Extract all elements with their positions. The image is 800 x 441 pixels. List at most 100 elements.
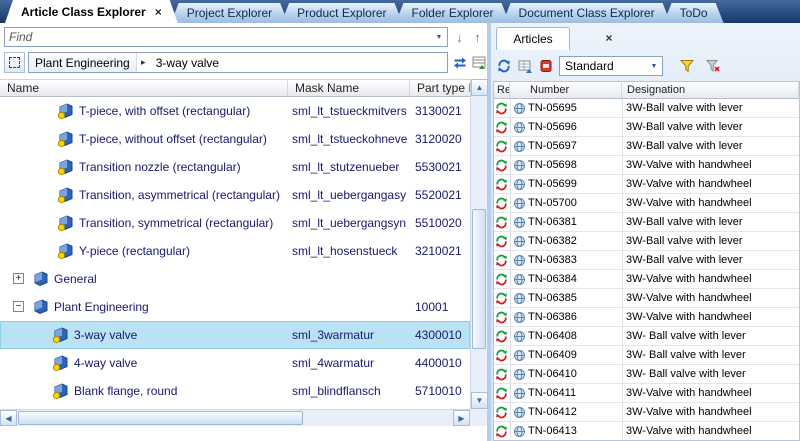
scroll-up-button[interactable]: ▲ bbox=[471, 79, 488, 96]
article-row[interactable]: TN-06383 3W-Ball valve with lever bbox=[494, 251, 799, 270]
column-header-number[interactable]: Number bbox=[510, 82, 622, 98]
article-globe-icon bbox=[513, 368, 526, 381]
article-row[interactable]: TN-06411 3W-Valve with handwheel bbox=[494, 384, 799, 403]
article-row[interactable]: TN-05697 3W-Ball valve with lever bbox=[494, 137, 799, 156]
article-row[interactable]: TN-06413 3W-Valve with handwheel bbox=[494, 422, 799, 441]
class-mask-name bbox=[292, 265, 408, 293]
article-number: TN-05697 bbox=[528, 137, 620, 155]
replication-status-icon bbox=[495, 178, 508, 191]
class-mask-name bbox=[292, 293, 408, 321]
column-header-mask-name[interactable]: Mask Name bbox=[288, 80, 410, 96]
main-tab[interactable]: Folder Explorer bbox=[396, 3, 510, 23]
show-in-list-button[interactable] bbox=[470, 52, 488, 73]
class-name: T-piece, without offset (rectangular) bbox=[79, 125, 288, 153]
class-tree-row[interactable]: Blank flange, round sml_blindflansch 571… bbox=[0, 377, 470, 405]
find-input[interactable] bbox=[5, 30, 431, 44]
filter-button[interactable] bbox=[677, 56, 697, 76]
class-part-type-id: 10001 bbox=[415, 293, 469, 321]
main-tab[interactable]: ToDo bbox=[664, 3, 724, 23]
sync-icon bbox=[453, 56, 467, 70]
horizontal-scroll-thumb[interactable] bbox=[18, 411, 303, 425]
article-number: TN-06412 bbox=[528, 403, 620, 421]
article-designation: 3W- Ball valve with lever bbox=[626, 346, 799, 364]
vertical-scroll-thumb[interactable] bbox=[472, 209, 486, 349]
class-tree-row[interactable]: Transition nozzle (rectangular) sml_lt_s… bbox=[0, 153, 470, 181]
replication-status-icon bbox=[495, 368, 508, 381]
article-designation: 3W-Ball valve with lever bbox=[626, 232, 799, 250]
replication-status-icon bbox=[495, 102, 508, 115]
article-number: TN-05700 bbox=[528, 194, 620, 212]
replication-status-icon bbox=[495, 254, 508, 267]
scroll-right-button[interactable]: ▶ bbox=[453, 410, 470, 426]
article-row[interactable]: TN-06409 3W- Ball valve with lever bbox=[494, 346, 799, 365]
main-tab[interactable]: Document Class Explorer bbox=[503, 3, 671, 23]
main-tab[interactable]: Product Explorer bbox=[281, 3, 402, 23]
main-tab[interactable]: Project Explorer bbox=[171, 3, 288, 23]
class-tree-row[interactable]: + General bbox=[0, 265, 470, 293]
find-dropdown-icon[interactable]: ▼ bbox=[431, 28, 447, 46]
breadcrumb-item-3-way-valve[interactable]: 3-way valve bbox=[150, 53, 225, 72]
find-previous-button[interactable]: ↑ bbox=[469, 28, 486, 46]
article-row[interactable]: TN-06386 3W-Valve with handwheel bbox=[494, 308, 799, 327]
article-globe-icon bbox=[513, 387, 526, 400]
class-name: Blank flange, round bbox=[74, 377, 288, 405]
scroll-left-button[interactable]: ◀ bbox=[0, 410, 17, 426]
expander-icon[interactable]: + bbox=[13, 273, 24, 284]
tab-articles[interactable]: Articles bbox=[496, 27, 570, 50]
breadcrumb-arrow-icon[interactable]: ▸ bbox=[137, 53, 150, 72]
article-row[interactable]: TN-06412 3W-Valve with handwheel bbox=[494, 403, 799, 422]
column-header-re[interactable]: Re bbox=[494, 82, 510, 98]
vertical-scrollbar[interactable]: ▲ ▼ bbox=[470, 79, 487, 409]
scroll-down-button[interactable]: ▼ bbox=[471, 392, 488, 409]
column-header-part-type-id[interactable]: Part type ID bbox=[410, 80, 470, 96]
main-tab[interactable]: Article Class Explorer × bbox=[5, 0, 178, 23]
article-row[interactable]: TN-06381 3W-Ball valve with lever bbox=[494, 213, 799, 232]
clear-filter-button[interactable] bbox=[703, 56, 723, 76]
sync-button[interactable] bbox=[451, 52, 469, 73]
class-tree-row[interactable]: 3-way valve sml_3warmatur 4300010 bbox=[0, 321, 470, 349]
article-row[interactable]: TN-05696 3W-Ball valve with lever bbox=[494, 118, 799, 137]
article-row[interactable]: TN-05700 3W-Valve with handwheel bbox=[494, 194, 799, 213]
horizontal-scrollbar[interactable]: ◀ ▶ bbox=[0, 409, 470, 426]
article-designation: 3W-Valve with handwheel bbox=[626, 175, 799, 193]
column-header-name[interactable]: Name bbox=[0, 80, 288, 96]
select-mode-button[interactable] bbox=[4, 52, 25, 73]
class-part-type-id: 5530021 bbox=[415, 153, 469, 181]
article-row[interactable]: TN-06410 3W- Ball valve with lever bbox=[494, 365, 799, 384]
class-mask-name: sml_4warmatur bbox=[292, 349, 408, 377]
article-class-explorer-panel: ▼ ↓ ↑ Plant Engineering ▸ 3-way valve bbox=[0, 23, 487, 441]
articles-close-icon[interactable]: × bbox=[601, 30, 617, 46]
view-select[interactable]: Standard ▼ bbox=[559, 56, 663, 76]
class-tree-row[interactable]: Transition, asymmetrical (rectangular) s… bbox=[0, 181, 470, 209]
class-tree-row[interactable]: T-piece, with offset (rectangular) sml_l… bbox=[0, 97, 470, 125]
breadcrumb[interactable]: Plant Engineering ▸ 3-way valve bbox=[28, 52, 448, 73]
tab-close-icon[interactable]: × bbox=[155, 6, 162, 18]
class-tree-row[interactable]: 4-way valve sml_4warmatur 4400010 bbox=[0, 349, 470, 377]
article-row[interactable]: TN-06385 3W-Valve with handwheel bbox=[494, 289, 799, 308]
column-header-designation[interactable]: Designation bbox=[622, 82, 799, 98]
tab-label: Document Class Explorer bbox=[519, 6, 655, 20]
expander-icon[interactable]: − bbox=[13, 301, 24, 312]
article-row[interactable]: TN-05695 3W-Ball valve with lever bbox=[494, 99, 799, 118]
article-number: TN-06411 bbox=[528, 384, 620, 402]
article-row[interactable]: TN-06384 3W-Valve with handwheel bbox=[494, 270, 799, 289]
breadcrumb-item-plant-engineering[interactable]: Plant Engineering bbox=[29, 53, 137, 72]
view-dropdown-icon[interactable]: ▼ bbox=[646, 57, 662, 75]
replication-status-icon bbox=[495, 406, 508, 419]
class-tree-row[interactable]: T-piece, without offset (rectangular) sm… bbox=[0, 125, 470, 153]
article-row[interactable]: TN-05698 3W-Valve with handwheel bbox=[494, 156, 799, 175]
refresh-button[interactable] bbox=[494, 56, 514, 76]
article-globe-icon bbox=[513, 235, 526, 248]
class-folder-icon bbox=[52, 354, 70, 372]
article-row[interactable]: TN-05699 3W-Valve with handwheel bbox=[494, 175, 799, 194]
find-next-button[interactable]: ↓ bbox=[451, 28, 468, 46]
class-tree-row[interactable]: − Plant Engineering 10001 bbox=[0, 293, 470, 321]
class-tree-row[interactable]: Y-piece (rectangular) sml_lt_hosenstueck… bbox=[0, 237, 470, 265]
article-row[interactable]: TN-06382 3W-Ball valve with lever bbox=[494, 232, 799, 251]
class-tree-row[interactable]: Transition, symmetrical (rectangular) sm… bbox=[0, 209, 470, 237]
article-designation: 3W- Ball valve with lever bbox=[626, 365, 799, 383]
export-view-button[interactable] bbox=[515, 56, 535, 76]
report-button[interactable] bbox=[536, 56, 556, 76]
find-combobox[interactable]: ▼ bbox=[4, 27, 448, 47]
article-row[interactable]: TN-06408 3W- Ball valve with lever bbox=[494, 327, 799, 346]
